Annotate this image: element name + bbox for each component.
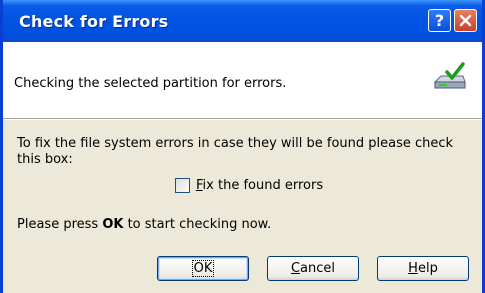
disk-check-icon: [433, 62, 466, 89]
dialog-title: Check for Errors: [19, 12, 169, 31]
press-ok-text: Please press OK to start checking now.: [17, 217, 272, 232]
header-text: Checking the selected partition for erro…: [14, 76, 287, 91]
fix-instruction-text: To fix the file system errors in case th…: [17, 136, 454, 167]
close-button[interactable]: [454, 9, 477, 32]
header-separator: [3, 118, 482, 120]
title-bar: Check for Errors ?: [3, 0, 482, 42]
help-icon: ?: [434, 11, 445, 30]
fix-errors-checkbox[interactable]: [175, 178, 190, 193]
ok-button[interactable]: OK: [157, 256, 249, 281]
check-for-errors-dialog: Check for Errors ? Checking the selected…: [0, 0, 485, 293]
fix-errors-label[interactable]: Fix the found errors: [196, 178, 323, 193]
cancel-button[interactable]: Cancel: [267, 256, 359, 281]
help-button[interactable]: ?: [428, 9, 451, 32]
help-dialog-button[interactable]: Help: [377, 256, 469, 281]
close-icon: [459, 14, 472, 27]
dialog-header: Checking the selected partition for erro…: [3, 42, 482, 118]
